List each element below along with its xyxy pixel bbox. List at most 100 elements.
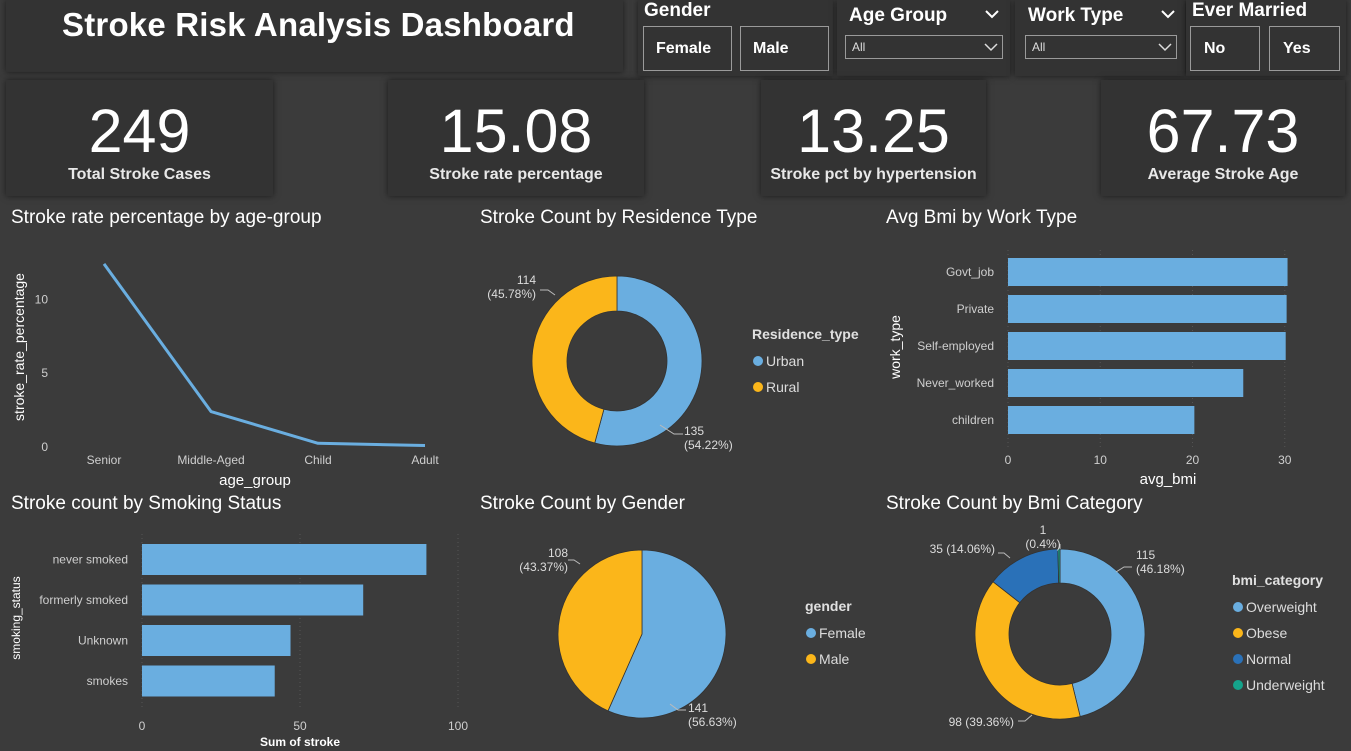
dashboard-title-card: Stroke Risk Analysis Dashboard xyxy=(6,0,623,72)
x-axis-label: avg_bmi xyxy=(1140,471,1197,488)
bar-never-worked xyxy=(1008,369,1244,397)
y-axis-label: work_type xyxy=(887,315,903,380)
y-tick-label: Self-employed xyxy=(917,339,994,353)
work-type-slicer: Work Type All xyxy=(1015,0,1185,76)
data-label: (46.18%) xyxy=(1136,562,1185,576)
kpi-value: 249 xyxy=(88,97,191,165)
y-tick-label: Private xyxy=(957,302,995,316)
legend-marker xyxy=(1233,680,1243,690)
legend-marker xyxy=(1233,654,1243,664)
gender-chart-title: Stroke Count by Gender xyxy=(480,493,685,514)
gender-female-button[interactable]: Female xyxy=(643,26,732,71)
legend-entry: Female xyxy=(819,625,866,641)
x-tick-label: 20 xyxy=(1186,453,1200,467)
bar-smokes xyxy=(142,665,275,697)
work-bmi-bar-chart[interactable]: 0 10 20 30 Govt_job Private Self-employed Never… xyxy=(880,235,1350,490)
chevron-down-icon[interactable] xyxy=(1160,6,1176,22)
smoking-bar-chart[interactable]: 0 50 100 never smoked formerly smoked Unknown… xyxy=(0,520,470,751)
data-label: 1 xyxy=(1040,523,1047,537)
x-tick-label: 30 xyxy=(1278,453,1292,467)
bar-govt-job xyxy=(1008,258,1288,286)
leader-line xyxy=(540,289,556,296)
legend-entry: Normal xyxy=(1246,651,1291,667)
series-line xyxy=(102,262,426,448)
kpi-label: Stroke pct by hypertension xyxy=(770,166,977,183)
y-tick-label: never smoked xyxy=(53,553,128,567)
data-label: 98 (39.36%) xyxy=(949,715,1014,729)
data-label: (45.78%) xyxy=(487,287,536,301)
kpi-value: 15.08 xyxy=(439,97,593,165)
age-line-title: Stroke rate percentage by age-group xyxy=(11,207,322,228)
smoking-chart-title: Stroke count by Smoking Status xyxy=(11,493,282,514)
age-line-chart[interactable]: 0 5 10 Senior Middle-Aged Child Adult age_group… xyxy=(0,235,460,490)
work-bmi-chart-title: Avg Bmi by Work Type xyxy=(886,207,1078,228)
legend-entry: Rural xyxy=(766,379,799,395)
data-label: 35 (14.06%) xyxy=(930,542,995,556)
leader-line xyxy=(1115,566,1132,573)
ever-married-slicer-title: Ever Married xyxy=(1192,0,1308,21)
data-label: (0.4%) xyxy=(1025,537,1060,551)
x-tick-label: Senior xyxy=(87,453,122,467)
slice-obese xyxy=(974,581,1081,720)
legend-entry: Urban xyxy=(766,353,804,369)
legend-title: bmi_category xyxy=(1232,572,1323,588)
age-group-slicer-title: Age Group xyxy=(849,5,948,26)
y-axis-label: stroke_rate_percentage xyxy=(11,273,27,421)
x-tick-label: Adult xyxy=(411,453,439,467)
gender-slicer-title: Gender xyxy=(644,0,711,21)
y-tick-label: 10 xyxy=(35,292,49,306)
y-tick-label: smokes xyxy=(87,674,128,688)
kpi-label: Total Stroke Cases xyxy=(68,166,211,183)
dropdown-arrow-icon xyxy=(984,43,998,52)
legend-entry: Obese xyxy=(1246,625,1287,641)
data-label: (56.63%) xyxy=(688,715,737,729)
ever-married-yes-button[interactable]: Yes xyxy=(1269,26,1340,71)
bmi-category-donut-chart[interactable]: 115(46.18%) 98 (39.36%) 35 (14.06%) 1(0.4%)… xyxy=(880,520,1350,751)
kpi-value: 67.73 xyxy=(1146,97,1300,165)
x-tick-label: 0 xyxy=(1005,453,1012,467)
residence-chart-title: Stroke Count by Residence Type xyxy=(480,207,758,228)
x-axis-label: Sum of stroke xyxy=(260,735,340,749)
age-group-selected: All xyxy=(852,40,866,54)
ever-married-slicer: Ever Married No Yes xyxy=(1186,0,1346,76)
dashboard-title: Stroke Risk Analysis Dashboard xyxy=(62,6,575,43)
y-tick-label: Never_worked xyxy=(917,376,994,390)
y-axis-label: smoking_status xyxy=(9,576,23,659)
data-label: 135 xyxy=(684,424,704,438)
legend-title: Residence_type xyxy=(752,326,859,342)
y-tick-label: 0 xyxy=(41,440,48,454)
legend-entry: Underweight xyxy=(1246,677,1325,693)
age-group-slicer: Age Group All xyxy=(837,0,1010,76)
kpi-stroke-rate-percentage: 15.08 Stroke rate percentage xyxy=(388,80,644,196)
ever-married-no-button[interactable]: No xyxy=(1190,26,1260,71)
y-tick-label: children xyxy=(952,413,994,427)
bar-private xyxy=(1008,295,1287,323)
bar-unknown xyxy=(142,625,291,656)
work-type-slicer-title: Work Type xyxy=(1028,5,1124,26)
chevron-down-icon[interactable] xyxy=(984,6,1000,22)
kpi-label: Average Stroke Age xyxy=(1147,166,1299,183)
data-label: (43.37%) xyxy=(519,560,568,574)
x-axis-label: age_group xyxy=(219,472,291,489)
y-tick-label: 5 xyxy=(41,366,48,380)
data-label: 114 xyxy=(517,273,536,287)
bar-never-smoked xyxy=(142,544,427,575)
bar-self-employed xyxy=(1008,332,1286,360)
x-tick-label: 50 xyxy=(293,719,307,733)
age-group-dropdown[interactable]: All xyxy=(845,35,1003,59)
residence-donut-chart[interactable]: 135(54.22%) 114(45.78%) Residence_type Urba… xyxy=(470,235,875,490)
legend-marker xyxy=(806,654,816,664)
x-tick-label: Child xyxy=(304,453,331,467)
legend-entry: Male xyxy=(819,651,850,667)
gender-pie-chart[interactable]: 141(56.63%) 108(43.37%) gender Female Male xyxy=(470,520,875,751)
gender-male-button[interactable]: Male xyxy=(740,26,829,71)
legend-marker xyxy=(1233,628,1243,638)
data-label: 108 xyxy=(548,546,568,560)
work-type-dropdown[interactable]: All xyxy=(1025,35,1177,59)
data-label: (54.22%) xyxy=(684,438,733,452)
kpi-average-stroke-age: 67.73 Average Stroke Age xyxy=(1101,80,1345,196)
bar-children xyxy=(1008,406,1195,434)
y-tick-label: Govt_job xyxy=(946,265,994,279)
data-label: 141 xyxy=(688,701,708,715)
x-tick-label: 0 xyxy=(139,719,146,733)
